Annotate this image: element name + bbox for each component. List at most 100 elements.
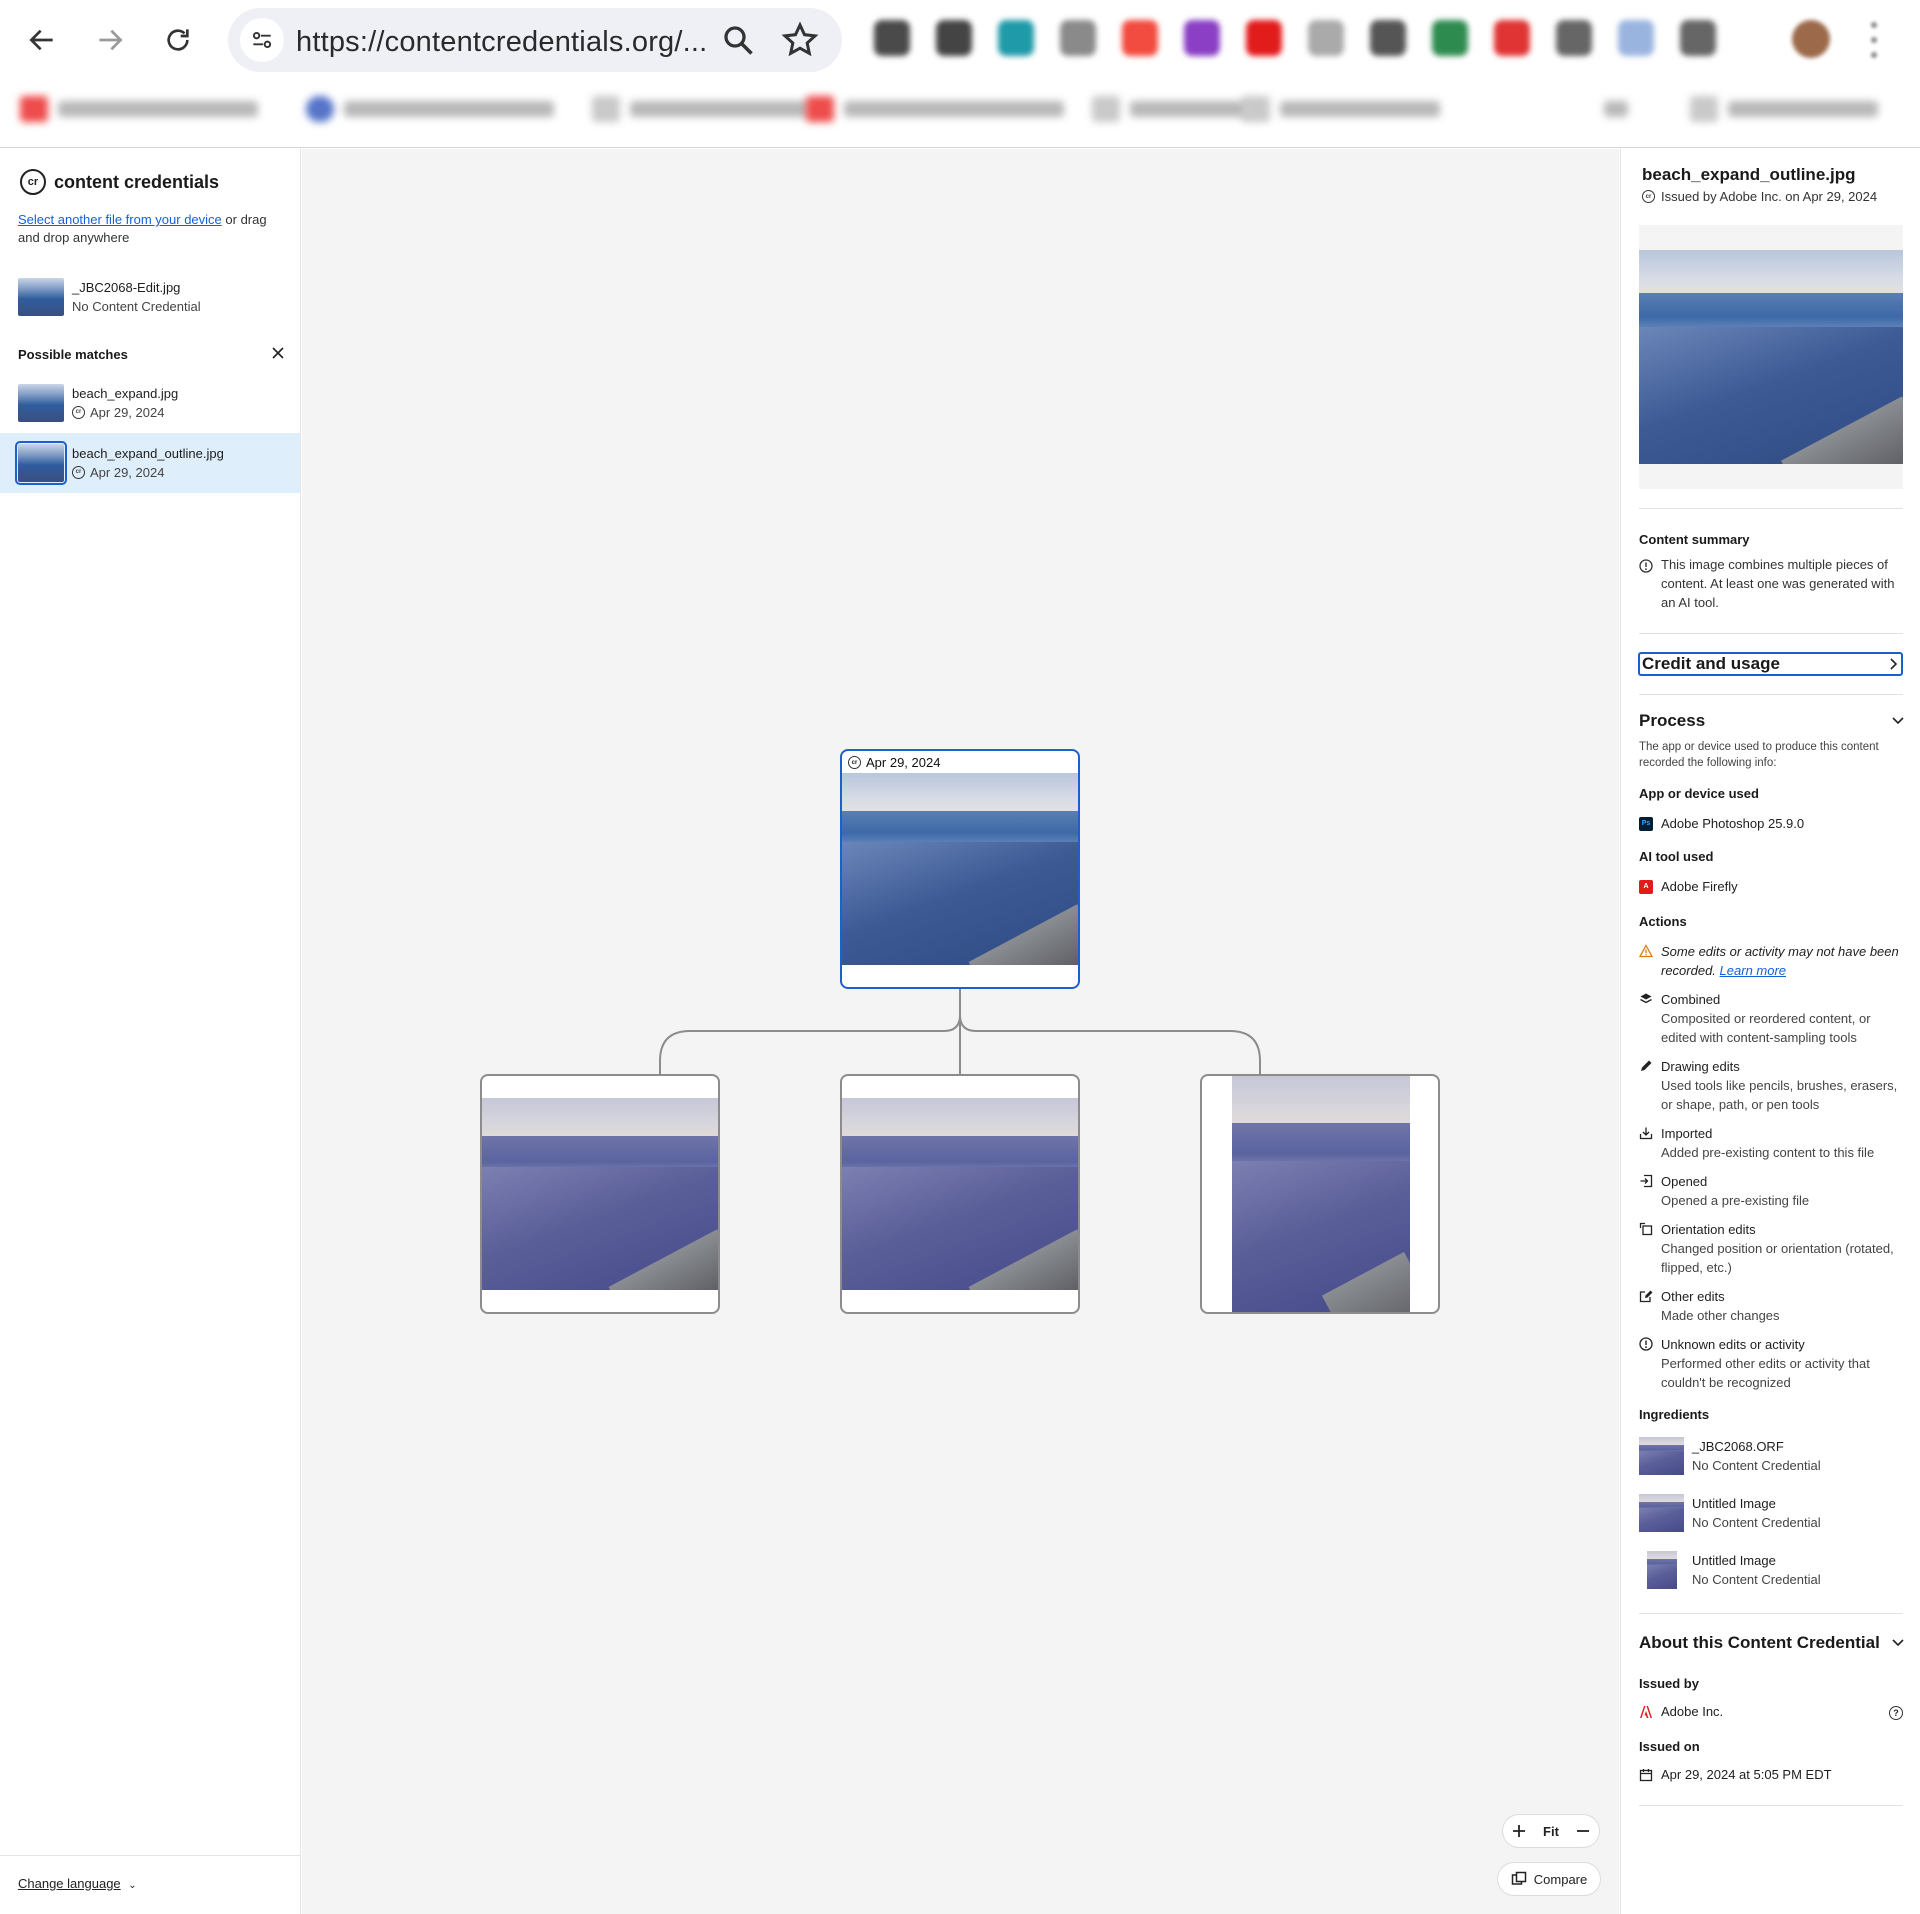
forward-button[interactable] [86,16,134,64]
issuer-row: Adobe Inc. [1639,1704,1723,1719]
browser-extension-icon[interactable] [1060,20,1096,56]
divider [1639,633,1903,634]
divider [1639,508,1903,509]
process-section-toggle[interactable]: Process [1639,711,1905,731]
cr-badge-icon: cr [1642,190,1655,203]
back-button[interactable] [18,16,66,64]
search-icon[interactable] [720,22,756,58]
ingredient-thumbnail [1639,1551,1684,1589]
fit-button[interactable]: Fit [1537,1817,1565,1845]
edit-icon [1639,1290,1653,1303]
file-status: No Content Credential [72,299,201,314]
ingredient-node[interactable] [480,1074,720,1314]
change-language-label: Change language [18,1876,121,1891]
ingredient-item[interactable]: _JBC2068.ORF No Content Credential [1639,1437,1821,1475]
chevron-down-icon [1892,717,1904,725]
action-title: Imported [1661,1126,1713,1141]
browser-extension-icon[interactable] [936,20,972,56]
content-credentials-logo-icon: cr [20,169,46,195]
rotate-icon [1639,1222,1653,1236]
app-row: Ps Adobe Photoshop 25.9.0 [1639,816,1804,831]
action-desc: Made other changes [1661,1308,1780,1323]
action-item: Other edits Made other changes [1639,1287,1905,1325]
browser-extension-icon[interactable] [1494,20,1530,56]
action-title: Other edits [1661,1289,1725,1304]
browser-extension-icon[interactable] [1618,20,1654,56]
current-file-row[interactable]: _JBC2068-Edit.jpg No Content Credential [0,267,300,327]
minus-icon [1577,1830,1589,1832]
about-section-toggle[interactable]: About this Content Credential [1639,1633,1905,1653]
details-panel: beach_expand_outline.jpg cr Issued by Ad… [1620,149,1920,1914]
import-icon [1639,1127,1653,1140]
browser-extension-icon[interactable] [1432,20,1468,56]
match-row-selected[interactable]: beach_expand_outline.jpg cr Apr 29, 2024 [0,433,300,493]
bookmark-item[interactable] [20,94,258,124]
cr-badge-icon: cr [72,406,85,419]
browser-extension-icon[interactable] [1680,20,1716,56]
info-icon [1639,559,1653,573]
compare-label: Compare [1533,1871,1588,1887]
match-row[interactable]: beach_expand.jpg cr Apr 29, 2024 [0,373,300,433]
reload-icon [167,29,189,51]
match-date: Apr 29, 2024 [90,405,165,420]
browser-extension-icon[interactable] [1370,20,1406,56]
bookmark-item[interactable] [806,94,1064,124]
bookmark-star-icon[interactable] [780,20,820,60]
change-language-button[interactable]: Change language ⌄ [0,1855,300,1911]
browser-extension-icon[interactable] [998,20,1034,56]
brand: cr content credentials [20,169,219,195]
action-item: Unknown edits or activity Performed other… [1639,1335,1905,1392]
chevron-right-icon [1890,658,1898,670]
site-settings-icon[interactable] [240,18,284,62]
action-item: Opened Opened a pre-existing file [1639,1172,1905,1210]
close-icon[interactable] [270,345,286,361]
photoshop-icon: Ps [1639,816,1653,831]
action-desc: Changed position or orientation (rotated… [1661,1241,1894,1275]
ingredient-node[interactable] [840,1074,1080,1314]
action-desc: Opened a pre-existing file [1661,1193,1810,1208]
reload-button[interactable] [154,16,202,64]
all-bookmarks-folder[interactable] [1690,94,1878,124]
provenance-canvas[interactable]: cr Apr 29, 2024 Fit Compare [302,149,1619,1914]
browser-extension-icon[interactable] [1246,20,1282,56]
browser-toolbar: https://contentcredentials.org/... [0,0,1920,148]
help-icon[interactable]: ? [1889,1706,1903,1720]
zoom-controls: Fit [1503,1815,1599,1847]
bookmark-item[interactable] [306,94,554,124]
menu-kebab-icon[interactable] [1868,22,1880,58]
ingredient-item[interactable]: Untitled Image No Content Credential [1639,1551,1821,1589]
bookmark-folder[interactable] [592,94,810,124]
action-title: Orientation edits [1661,1222,1756,1237]
process-note: The app or device used to produce this c… [1639,741,1879,769]
select-file-link[interactable]: Select another file from your device [18,212,222,227]
url-text: https://contentcredentials.org/... [296,26,708,58]
bookmark-folder[interactable] [1242,94,1440,124]
ingredient-name: Untitled Image [1692,1553,1776,1568]
ingredient-node-image [482,1098,718,1290]
compare-button[interactable]: Compare [1498,1863,1600,1895]
address-bar[interactable]: https://contentcredentials.org/... [228,8,842,72]
browser-extension-icon[interactable] [874,20,910,56]
root-node[interactable]: cr Apr 29, 2024 [840,749,1080,989]
action-item: Drawing edits Used tools like pencils, br… [1639,1057,1905,1114]
zoom-in-button[interactable] [1505,1817,1533,1845]
zoom-out-button[interactable] [1569,1817,1597,1845]
browser-extension-icon[interactable] [1184,20,1220,56]
browser-extension-icon[interactable] [1556,20,1592,56]
match-thumbnail [18,384,64,422]
browser-extension-icon[interactable] [1308,20,1344,56]
ingredient-item[interactable]: Untitled Image No Content Credential [1639,1494,1821,1532]
bookmark-folder[interactable] [1092,94,1250,124]
profile-avatar[interactable] [1792,20,1830,58]
file-name: _JBC2068-Edit.jpg [72,280,181,295]
back-arrow-icon [29,29,53,51]
browser-extension-icon[interactable] [1122,20,1158,56]
ingredient-node-image [1232,1076,1410,1312]
learn-more-link[interactable]: Learn more [1720,963,1786,978]
brand-name: content credentials [54,171,220,192]
credit-and-usage-button[interactable]: Credit and usage [1638,652,1903,676]
ingredient-node[interactable] [1200,1074,1440,1314]
ingredient-status: No Content Credential [1692,1515,1821,1530]
root-date-text: Apr 29, 2024 [866,755,941,770]
bookmark-overflow[interactable] [1604,94,1628,124]
